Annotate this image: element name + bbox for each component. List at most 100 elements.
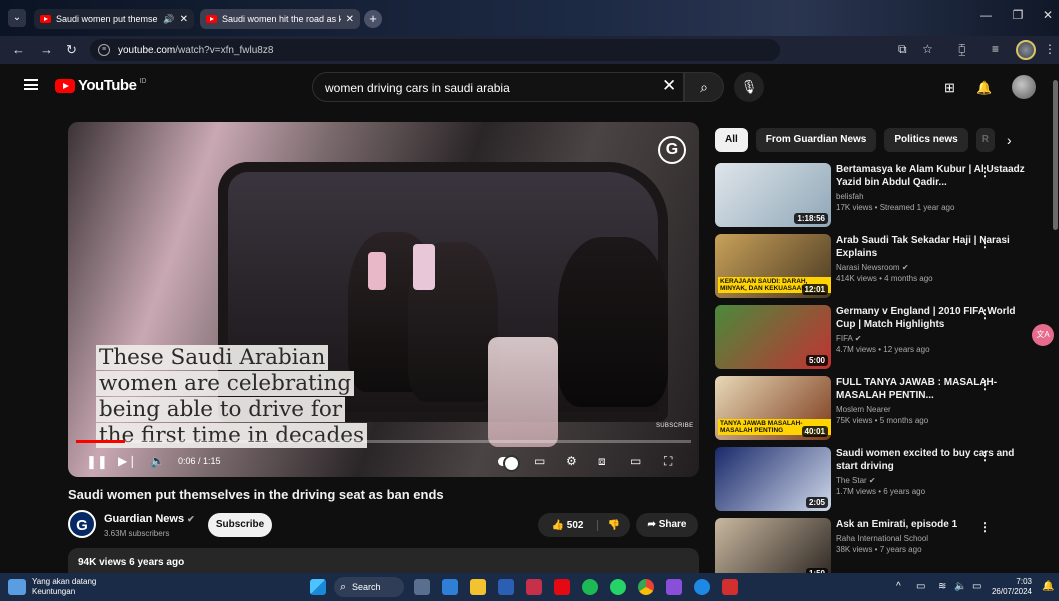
subtitles-icon[interactable]: ▭ (534, 454, 545, 468)
close-tab-icon[interactable]: ✕ (346, 14, 354, 25)
netflix-icon[interactable] (554, 579, 570, 595)
next-icon[interactable]: ▶❘ (118, 454, 137, 468)
start-windows-icon[interactable] (310, 579, 326, 595)
bookmark-star-icon[interactable]: ☆ (922, 42, 933, 56)
spotify-icon[interactable] (582, 579, 598, 595)
recommendation-channel[interactable]: FIFA ✔ (836, 334, 1036, 343)
video-progress-bar[interactable] (76, 440, 691, 443)
translate-icon[interactable]: 文A (1032, 324, 1054, 346)
system-clock[interactable]: 7:03 26/07/2024 (990, 577, 1032, 597)
recommendation-title[interactable]: FULL TANYA JAWAB : MASALAH-MASALAH PENTI… (836, 376, 1036, 402)
search-button[interactable]: ⌕ (684, 72, 724, 102)
mail-app-icon[interactable] (442, 579, 458, 595)
clear-search-icon[interactable]: ✕ (662, 76, 676, 96)
address-bar[interactable]: ≡ youtube.com/watch?v=xfn_fwlu8z8 (90, 39, 780, 61)
recommendation-channel[interactable]: Moslem Nearer (836, 405, 1036, 414)
whatsapp-icon[interactable] (610, 579, 626, 595)
recommendation-item[interactable]: 2:05 Saudi women excited to buy cars and… (715, 447, 1045, 511)
more-options-icon[interactable]: ⋮ (979, 236, 991, 250)
word-app-icon[interactable] (498, 579, 514, 595)
recommendation-item[interactable]: KERAJAAN SAUDI: DARAH, MINYAK, DAN KEKUA… (715, 234, 1045, 298)
voice-search-button[interactable]: 🎙 (734, 72, 764, 102)
miniplayer-icon[interactable]: ⧈ (598, 454, 606, 469)
more-options-icon[interactable]: ⋮ (979, 378, 991, 392)
recommendation-title[interactable]: Germany v England | 2010 FIFA World Cup … (836, 305, 1036, 331)
speaker-icon[interactable]: 🔈 (954, 581, 966, 592)
recommendation-title[interactable]: Saudi women excited to buy cars and star… (836, 447, 1036, 473)
app-icon[interactable] (526, 579, 542, 595)
recommendation-channel[interactable]: Narasi Newsroom ✔ (836, 263, 1036, 272)
fullscreen-icon[interactable]: ⛶ (664, 454, 672, 469)
channel-name[interactable]: Guardian News ✔ (104, 513, 195, 525)
theater-mode-icon[interactable]: ▭ (630, 454, 641, 468)
forward-icon[interactable]: → (40, 42, 53, 57)
volume-icon[interactable]: 🔈 (150, 454, 165, 468)
back-icon[interactable]: ← (12, 42, 25, 57)
recommendation-title[interactable]: Ask an Emirati, episode 1 (836, 518, 1036, 531)
recommendation-item[interactable]: 5:00 Germany v England | 2010 FIFA World… (715, 305, 1045, 369)
media-control-icon[interactable]: ≡ (992, 42, 999, 56)
recommendation-channel[interactable]: Raha International School (836, 534, 1036, 543)
notifications-bell-icon[interactable]: 🔔 (976, 80, 992, 96)
recommendation-title[interactable]: Arab Saudi Tak Sekadar Haji | Narasi Exp… (836, 234, 1036, 260)
app-icon[interactable] (722, 579, 738, 595)
recommendation-channel[interactable]: belisfah (836, 192, 1036, 201)
video-thumbnail[interactable]: 5:00 (715, 305, 831, 369)
video-player[interactable]: G These Saudi Arabian women are celebrat… (68, 122, 699, 477)
tab-search-icon[interactable]: ⌄ (8, 9, 26, 27)
recommendation-item[interactable]: TANYA JAWAB MASALAH-MASALAH PENTING 40:0… (715, 376, 1045, 440)
audio-icon[interactable]: 🔊 (163, 14, 174, 25)
share-button[interactable]: ➦ Share (636, 513, 698, 537)
restore-icon[interactable]: ❐ (1008, 8, 1028, 22)
dislike-button[interactable]: 👎 (598, 520, 630, 531)
wifi-icon[interactable]: ≋ (938, 581, 946, 592)
account-avatar[interactable] (1012, 75, 1036, 99)
tray-app-icon[interactable]: ▭ (916, 581, 925, 592)
tab-video-1[interactable]: Saudi women put themselv 🔊 ✕ (34, 9, 194, 29)
chrome-icon[interactable] (638, 579, 654, 595)
more-options-icon[interactable]: ⋮ (979, 307, 991, 321)
search-input[interactable]: women driving cars in saudi arabia (312, 72, 684, 102)
minimize-icon[interactable]: — (976, 8, 996, 22)
settings-gear-icon[interactable]: ⚙ (566, 454, 577, 468)
browser-menu-icon[interactable]: ⋮ (1044, 42, 1056, 56)
recommendation-title[interactable]: Bertamasya ke Alam Kubur | Al Ustaadz Ya… (836, 163, 1036, 189)
close-tab-icon[interactable]: ✕ (180, 14, 188, 25)
notification-center-icon[interactable]: 🔔 (1042, 581, 1054, 592)
more-options-icon[interactable]: ⋮ (979, 449, 991, 463)
reload-icon[interactable]: ↻ (66, 42, 77, 58)
chip-politics-news[interactable]: Politics news (884, 128, 968, 152)
weather-widget[interactable]: Yang akan datang Keuntungan (8, 577, 96, 597)
video-thumbnail[interactable]: TANYA JAWAB MASALAH-MASALAH PENTING 40:0… (715, 376, 831, 440)
pause-icon[interactable]: ❚❚ (86, 454, 108, 470)
like-button[interactable]: 👍 502 (538, 519, 598, 531)
recommendation-channel[interactable]: The Star ✔ (836, 476, 1036, 485)
close-window-icon[interactable]: ✕ (1038, 8, 1058, 22)
tray-chevron-up-icon[interactable]: ^ (896, 581, 901, 592)
video-thumbnail[interactable]: 2:05 (715, 447, 831, 511)
video-thumbnail[interactable]: 1:18:56 (715, 163, 831, 227)
chip-all[interactable]: All (715, 128, 748, 152)
battery-icon[interactable]: ▭ (972, 581, 981, 592)
browser-profile-avatar[interactable] (1016, 40, 1036, 60)
install-app-icon[interactable]: ⧉ (898, 42, 907, 57)
file-explorer-icon[interactable] (470, 579, 486, 595)
page-scrollbar[interactable] (1053, 80, 1058, 230)
task-view-icon[interactable] (414, 579, 430, 595)
recommendation-item[interactable]: 1:18:56 Bertamasya ke Alam Kubur | Al Us… (715, 163, 1045, 227)
site-info-icon[interactable]: ≡ (98, 44, 110, 56)
video-thumbnail[interactable]: KERAJAAN SAUDI: DARAH, MINYAK, DAN KEKUA… (715, 234, 831, 298)
tab-video-2[interactable]: Saudi women hit the road as ki ✕ (200, 9, 360, 29)
new-tab-button[interactable]: + (364, 10, 382, 28)
chip-from-guardian-news[interactable]: From Guardian News (755, 128, 877, 152)
app-icon[interactable] (694, 579, 710, 595)
autoplay-toggle[interactable] (498, 455, 520, 472)
more-options-icon[interactable]: ⋮ (979, 520, 991, 534)
create-video-icon[interactable]: ⊞ (944, 80, 955, 96)
chevron-right-icon[interactable]: › (1007, 132, 1012, 148)
channel-avatar[interactable]: G (68, 510, 96, 538)
menu-icon[interactable] (24, 79, 38, 90)
chip-more[interactable]: R (975, 128, 995, 152)
youtube-logo[interactable]: YouTube ID (55, 77, 146, 94)
extensions-icon[interactable]: ⧮ (958, 42, 966, 57)
